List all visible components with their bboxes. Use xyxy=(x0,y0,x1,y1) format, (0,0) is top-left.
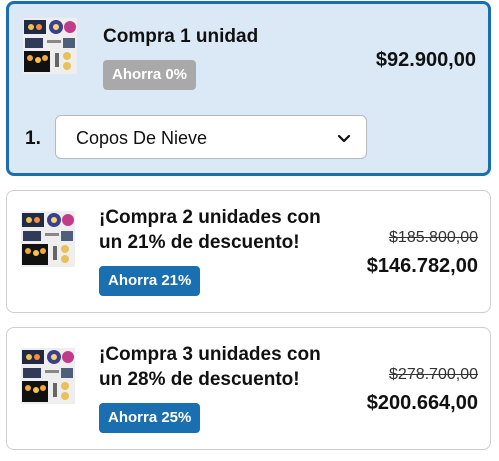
option-title: Compra 1 unidad xyxy=(103,26,259,47)
product-thumbnail xyxy=(21,348,75,404)
product-thumbnail xyxy=(21,211,75,267)
row-index-label: 1. xyxy=(25,128,41,149)
option-price: $92.900,00 xyxy=(375,49,476,71)
savings-badge: Ahorra 25% xyxy=(99,403,201,433)
original-price: $185.800,00 xyxy=(389,229,478,246)
chevron-down-icon xyxy=(336,130,352,146)
savings-badge: Ahorra 21% xyxy=(99,266,201,296)
original-price: $278.700,00 xyxy=(389,366,478,383)
option-price: $146.782,00 xyxy=(366,255,478,277)
bundle-option-3[interactable]: ¡Compra 3 unidades con un 28% de descuen… xyxy=(6,327,491,450)
variant-select-value: Copos De Nieve xyxy=(76,128,208,148)
product-thumbnail xyxy=(23,18,77,74)
savings-badge: Ahorra 0% xyxy=(103,60,197,90)
option-price: $200.664,00 xyxy=(366,392,478,414)
bundle-option-1[interactable]: Compra 1 unidad Ahorra 0% $92.900,00 1. … xyxy=(6,1,491,176)
option-title: ¡Compra 2 unidades con un 21% de descuen… xyxy=(99,207,321,253)
variant-select[interactable]: Copos De Nieve xyxy=(55,115,367,159)
option-title: ¡Compra 3 unidades con un 28% de descuen… xyxy=(99,344,321,390)
bundle-option-2[interactable]: ¡Compra 2 unidades con un 21% de descuen… xyxy=(6,190,491,313)
